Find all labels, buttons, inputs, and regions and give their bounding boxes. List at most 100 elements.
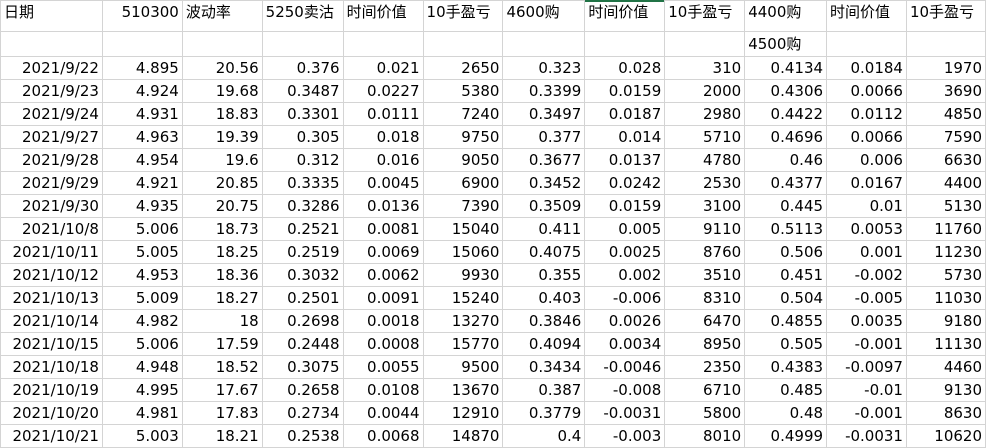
cell[interactable]: 0.021 xyxy=(342,56,424,80)
cell[interactable]: 0.485 xyxy=(744,378,828,402)
cell[interactable]: 0.504 xyxy=(744,286,828,310)
cell[interactable]: 9750 xyxy=(422,125,504,149)
cell[interactable]: 510300 xyxy=(101,0,183,32)
cell[interactable]: -0.005 xyxy=(826,286,907,310)
cell[interactable]: -0.002 xyxy=(826,263,907,287)
cell[interactable]: 0.0066 xyxy=(826,125,907,149)
cell[interactable]: 5730 xyxy=(905,263,986,287)
cell[interactable]: 2021/10/20 xyxy=(0,401,103,425)
cell[interactable]: 4.953 xyxy=(101,263,183,287)
cell[interactable]: 0.0242 xyxy=(584,171,666,195)
cell[interactable]: 5710 xyxy=(664,125,746,149)
cell[interactable]: 0.46 xyxy=(744,148,828,172)
cell[interactable]: 0.2519 xyxy=(261,240,344,264)
cell[interactable]: 0.403 xyxy=(502,286,586,310)
cell[interactable]: 18.21 xyxy=(181,424,263,448)
cell[interactable]: 0.0062 xyxy=(342,263,424,287)
cell[interactable]: 0.0026 xyxy=(584,309,666,333)
cell[interactable]: 18.52 xyxy=(181,355,263,379)
cell[interactable]: 19.39 xyxy=(181,125,263,149)
cell[interactable]: 2021/9/27 xyxy=(0,125,103,149)
cell[interactable]: 2021/9/22 xyxy=(0,56,103,80)
cell[interactable]: 0.387 xyxy=(502,378,586,402)
cell[interactable]: 5250卖沽 xyxy=(261,0,344,32)
cell[interactable]: 18.83 xyxy=(181,102,263,126)
cell[interactable]: 20.75 xyxy=(181,194,263,218)
cell[interactable]: 0.312 xyxy=(261,148,344,172)
cell[interactable]: 4.963 xyxy=(101,125,183,149)
cell[interactable]: 20.85 xyxy=(181,171,263,195)
cell[interactable]: 2021/10/8 xyxy=(0,217,103,241)
cell[interactable]: 4.995 xyxy=(101,378,183,402)
cell[interactable]: 15770 xyxy=(422,332,504,356)
cell[interactable]: 0.3452 xyxy=(502,171,586,195)
cell[interactable]: 0.451 xyxy=(744,263,828,287)
cell[interactable]: 0.0069 xyxy=(342,240,424,264)
cell[interactable] xyxy=(905,31,986,57)
cell[interactable]: 0.411 xyxy=(502,217,586,241)
cell[interactable]: 0.0044 xyxy=(342,401,424,425)
cell[interactable]: 0.0112 xyxy=(826,102,907,126)
cell[interactable]: -0.001 xyxy=(826,332,907,356)
cell[interactable]: 3100 xyxy=(664,194,746,218)
cell[interactable]: 0.2501 xyxy=(261,286,344,310)
cell[interactable]: 0.4306 xyxy=(744,79,828,103)
cell[interactable]: 6630 xyxy=(905,148,986,172)
cell[interactable]: 17.83 xyxy=(181,401,263,425)
cell[interactable]: 2021/9/28 xyxy=(0,148,103,172)
cell[interactable]: 9930 xyxy=(422,263,504,287)
cell[interactable]: 0.5113 xyxy=(744,217,828,241)
cell[interactable] xyxy=(422,31,504,57)
cell[interactable]: 0.0045 xyxy=(342,171,424,195)
cell[interactable]: 0.2538 xyxy=(261,424,344,448)
cell[interactable]: 时间价值 xyxy=(342,0,424,32)
cell[interactable]: 0.0053 xyxy=(826,217,907,241)
cell[interactable]: 0.4422 xyxy=(744,102,828,126)
cell[interactable]: 9110 xyxy=(664,217,746,241)
cell[interactable]: 0.3032 xyxy=(261,263,344,287)
cell[interactable]: 15240 xyxy=(422,286,504,310)
cell[interactable]: 20.56 xyxy=(181,56,263,80)
cell[interactable]: 6710 xyxy=(664,378,746,402)
cell[interactable]: 0.2521 xyxy=(261,217,344,241)
cell[interactable]: 10手盈亏 xyxy=(422,0,504,32)
cell[interactable]: 2021/9/24 xyxy=(0,102,103,126)
cell[interactable] xyxy=(342,31,424,57)
cell[interactable]: 11760 xyxy=(905,217,986,241)
cell[interactable]: -0.001 xyxy=(826,401,907,425)
cell[interactable] xyxy=(261,31,344,57)
cell[interactable]: 0.3497 xyxy=(502,102,586,126)
cell[interactable]: 0.4 xyxy=(502,424,586,448)
cell[interactable]: 18.36 xyxy=(181,263,263,287)
cell[interactable]: 4.931 xyxy=(101,102,183,126)
cell[interactable]: 2021/10/11 xyxy=(0,240,103,264)
cell[interactable]: 0.001 xyxy=(826,240,907,264)
cell[interactable]: 0.2734 xyxy=(261,401,344,425)
cell[interactable]: 0.3779 xyxy=(502,401,586,425)
cell[interactable]: 0.0187 xyxy=(584,102,666,126)
cell[interactable]: 4400 xyxy=(905,171,986,195)
cell[interactable]: 2021/9/30 xyxy=(0,194,103,218)
cell[interactable]: 0.505 xyxy=(744,332,828,356)
cell[interactable]: 0.3335 xyxy=(261,171,344,195)
cell[interactable]: -0.006 xyxy=(584,286,666,310)
cell[interactable]: 0.376 xyxy=(261,56,344,80)
cell[interactable]: 5.003 xyxy=(101,424,183,448)
cell[interactable] xyxy=(101,31,183,57)
cell[interactable]: 4460 xyxy=(905,355,986,379)
cell[interactable]: 0.3846 xyxy=(502,309,586,333)
cell[interactable]: 4780 xyxy=(664,148,746,172)
cell[interactable]: 0.0159 xyxy=(584,79,666,103)
cell[interactable]: 6470 xyxy=(664,309,746,333)
cell[interactable]: 0.014 xyxy=(584,125,666,149)
cell[interactable]: 4.954 xyxy=(101,148,183,172)
cell[interactable]: 310 xyxy=(664,56,746,80)
cell[interactable]: 0.016 xyxy=(342,148,424,172)
cell[interactable]: 0.0136 xyxy=(342,194,424,218)
cell[interactable]: 0.4696 xyxy=(744,125,828,149)
cell[interactable]: -0.008 xyxy=(584,378,666,402)
cell[interactable]: 8630 xyxy=(905,401,986,425)
cell[interactable]: 0.4383 xyxy=(744,355,828,379)
cell[interactable]: 0.305 xyxy=(261,125,344,149)
cell[interactable]: 2650 xyxy=(422,56,504,80)
